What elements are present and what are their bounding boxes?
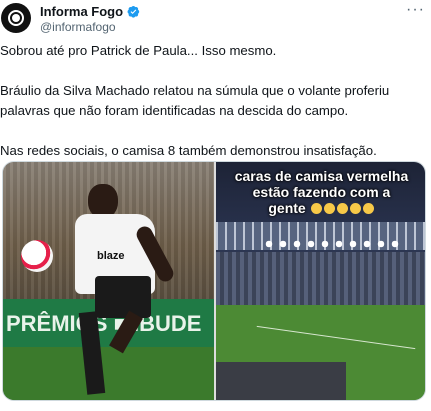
- dugout: [216, 362, 346, 400]
- avatar[interactable]: [1, 3, 31, 33]
- laughing-emoji-icon: [349, 203, 361, 214]
- caption-line: gente: [268, 200, 306, 216]
- laughing-emoji-icon: [336, 203, 348, 214]
- name-row: Informa Fogo: [40, 4, 140, 19]
- shirt-sponsor: blaze: [97, 250, 125, 262]
- tweet-paragraph: Bráulio da Silva Machado relatou na súmu…: [0, 83, 390, 118]
- stadium-stands: [216, 252, 425, 307]
- stadium-lights: [262, 240, 402, 248]
- media-photo-player[interactable]: PRÊMIOS ■ IBUDE blaze: [3, 162, 214, 400]
- logo-dot: [12, 14, 20, 22]
- story-caption: caras de camisa vermelha estão fazendo c…: [216, 162, 425, 216]
- player-shorts: [95, 276, 151, 318]
- handle[interactable]: @informafogo: [40, 20, 116, 34]
- caption-line: caras de camisa vermelha: [234, 168, 409, 184]
- caption-line: estão fazendo com a: [252, 184, 391, 200]
- player-leg: [78, 311, 106, 395]
- tweet-paragraph: Nas redes sociais, o camisa 8 também dem…: [0, 143, 377, 158]
- soccer-ball: [21, 240, 53, 272]
- tweet-paragraph: Sobrou até pro Patrick de Paula... Isso …: [0, 43, 277, 58]
- caption-line-with-emoji: gente: [216, 200, 425, 216]
- player-figure: blaze: [73, 184, 183, 399]
- player-head: [88, 184, 118, 218]
- caption-cut-line: [216, 162, 425, 168]
- more-options-icon[interactable]: ···: [406, 1, 425, 19]
- laughing-emoji-icon: [362, 203, 374, 214]
- laughing-emoji-icon: [323, 203, 335, 214]
- media-photo-stadium[interactable]: caras de camisa vermelha estão fazendo c…: [216, 162, 425, 400]
- tweet-header: Informa Fogo @informafogo ···: [0, 0, 431, 40]
- media-grid: PRÊMIOS ■ IBUDE blaze caras de camisa ve…: [2, 161, 426, 401]
- laughing-emoji-icon: [310, 203, 322, 214]
- display-name[interactable]: Informa Fogo: [40, 4, 123, 19]
- tweet-text: Sobrou até pro Patrick de Paula... Isso …: [0, 41, 428, 161]
- verified-badge-icon: [127, 5, 140, 18]
